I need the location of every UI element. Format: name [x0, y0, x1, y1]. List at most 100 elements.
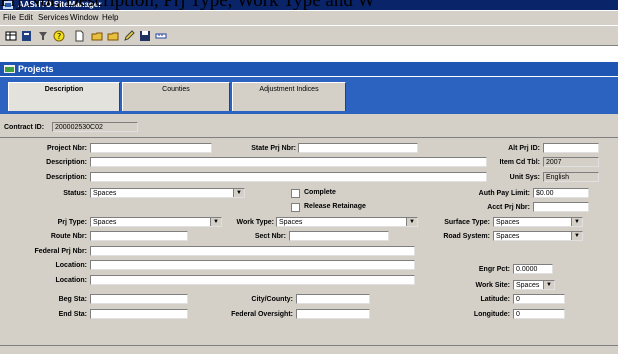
chevron-down-icon[interactable]: ▼ [406, 218, 417, 226]
unit-sys-field: English [543, 172, 599, 182]
longitude-field[interactable]: 0 [513, 309, 565, 319]
status-label: Status: [63, 190, 87, 197]
federal-oversight-field[interactable] [296, 309, 370, 319]
status-select[interactable]: Spaces ▼ [90, 188, 245, 198]
open-folder-icon[interactable] [90, 29, 104, 43]
project-nbr-label: Project Nbr: [46, 145, 87, 152]
work-site-select[interactable]: Spaces ▼ [513, 280, 555, 290]
bottom-border [0, 345, 618, 346]
menu-window[interactable]: Window [70, 13, 98, 23]
projects-icon [4, 65, 15, 73]
sect-nbr-label: Sect Nbr: [254, 233, 286, 240]
grid-icon[interactable] [4, 29, 18, 43]
location-label: Location: [55, 262, 88, 269]
location-field[interactable] [90, 260, 415, 270]
help-icon[interactable]: ? [52, 29, 66, 43]
chevron-down-icon[interactable]: ▼ [543, 281, 554, 289]
chevron-down-icon[interactable]: ▼ [210, 218, 221, 226]
state-prj-nbr-label: State Prj Nbr: [251, 145, 296, 152]
save-icon[interactable] [138, 29, 152, 43]
chevron-down-icon[interactable]: ▼ [571, 218, 582, 226]
alt-prj-id-field[interactable] [543, 143, 599, 153]
beg-sta-field[interactable] [90, 294, 188, 304]
svg-text:?: ? [57, 32, 61, 41]
latitude-field[interactable]: 0 [513, 294, 565, 304]
description2-label: Description: [46, 174, 87, 181]
auth-pay-limit-label: Auth Pay Limit: [478, 190, 530, 197]
description-label: Description: [46, 159, 87, 166]
route-nbr-label: Route Nbr: [50, 233, 87, 240]
menu-services[interactable]: Services [38, 13, 69, 23]
contract-id-label: Contract ID: [4, 124, 45, 131]
route-nbr-field[interactable] [90, 231, 188, 241]
menu-file[interactable]: File [3, 13, 16, 23]
road-system-select[interactable]: Spaces ▼ [493, 231, 583, 241]
work-type-label: Work Type: [236, 219, 274, 226]
beg-sta-label: Beg Sta: [58, 296, 87, 303]
menu-edit[interactable]: Edit [19, 13, 33, 23]
release-retainage-checkbox[interactable] [291, 203, 300, 212]
tab-description[interactable]: Description [8, 82, 120, 111]
road-system-value: Spaces [496, 233, 520, 240]
tab-adjustment-indices[interactable]: Adjustment Indices [232, 82, 346, 111]
engr-pct-label: Engr Pct: [478, 266, 510, 273]
work-type-select[interactable]: Spaces ▼ [276, 217, 418, 227]
item-cd-tbl-label: Item Cd Tbl: [499, 159, 540, 166]
work-site-label: Work Site: [475, 282, 511, 289]
description-field[interactable] [90, 157, 487, 167]
new-document-icon[interactable] [72, 29, 86, 43]
tab-counties[interactable]: Counties [122, 82, 230, 111]
separator [0, 137, 618, 138]
prj-type-value: Spaces [93, 219, 117, 226]
alt-prj-id-label: Alt Prj ID: [508, 145, 540, 152]
federal-oversight-label: Federal Oversight: [231, 311, 293, 318]
release-retainage-label: Release Retainage [304, 203, 366, 210]
city-county-field[interactable] [296, 294, 370, 304]
ruler-icon[interactable] [154, 29, 168, 43]
surface-type-select[interactable]: Spaces ▼ [493, 217, 583, 227]
complete-label: Complete [304, 189, 336, 196]
chevron-down-icon[interactable]: ▼ [233, 189, 244, 197]
panel-title: Projects [18, 64, 54, 74]
description2-field[interactable] [90, 172, 487, 182]
work-site-value: Spaces [516, 282, 540, 289]
location2-field[interactable] [90, 275, 415, 285]
surface-type-value: Spaces [496, 219, 520, 226]
location2-label: Location: [55, 277, 88, 284]
work-type-value: Spaces [279, 219, 303, 226]
chevron-down-icon[interactable]: ▼ [571, 232, 582, 240]
menu-help[interactable]: Help [102, 13, 118, 23]
contract-id-field: 200002530C02 [52, 122, 138, 132]
latitude-label: Latitude: [480, 296, 510, 303]
project-nbr-field[interactable] [90, 143, 212, 153]
toolbar: ? [0, 26, 618, 46]
prj-type-label: Prj Type: [57, 219, 87, 226]
road-system-label: Road System: [443, 233, 490, 240]
acct-prj-nbr-label: Acct Prj Nbr: [487, 204, 530, 211]
projects-panel-header: Projects [0, 62, 618, 76]
prj-type-select[interactable]: Spaces ▼ [90, 217, 222, 227]
item-cd-tbl-field: 2007 [543, 157, 599, 167]
status-value: Spaces [93, 190, 117, 197]
federal-prj-nbr-field[interactable] [90, 246, 415, 256]
tab-strip: Description Counties Adjustment Indices [0, 77, 618, 114]
project-form: Contract ID: 200002530C02 Project Nbr: S… [0, 114, 618, 354]
filter-icon[interactable] [36, 29, 50, 43]
report-icon[interactable] [20, 29, 34, 43]
federal-prj-nbr-label: Federal Prj Nbr: [34, 248, 87, 255]
state-prj-nbr-field[interactable] [298, 143, 418, 153]
engr-pct-field[interactable]: 0.0000 [513, 264, 553, 274]
sect-nbr-field[interactable] [289, 231, 389, 241]
acct-prj-nbr-field[interactable] [533, 202, 589, 212]
end-sta-field[interactable] [90, 309, 188, 319]
menu-bar: File Edit Services Window Help [0, 11, 618, 26]
city-county-label: City/County: [251, 296, 293, 303]
unit-sys-label: Unit Sys: [509, 174, 540, 181]
edit-icon[interactable] [122, 29, 136, 43]
end-sta-label: End Sta: [58, 311, 87, 318]
surface-type-label: Surface Type: [444, 219, 490, 226]
complete-checkbox[interactable] [291, 189, 300, 198]
open-folder-icon[interactable] [106, 29, 120, 43]
auth-pay-limit-field[interactable]: $0.00 [533, 188, 589, 198]
longitude-label: Longitude: [473, 311, 510, 318]
